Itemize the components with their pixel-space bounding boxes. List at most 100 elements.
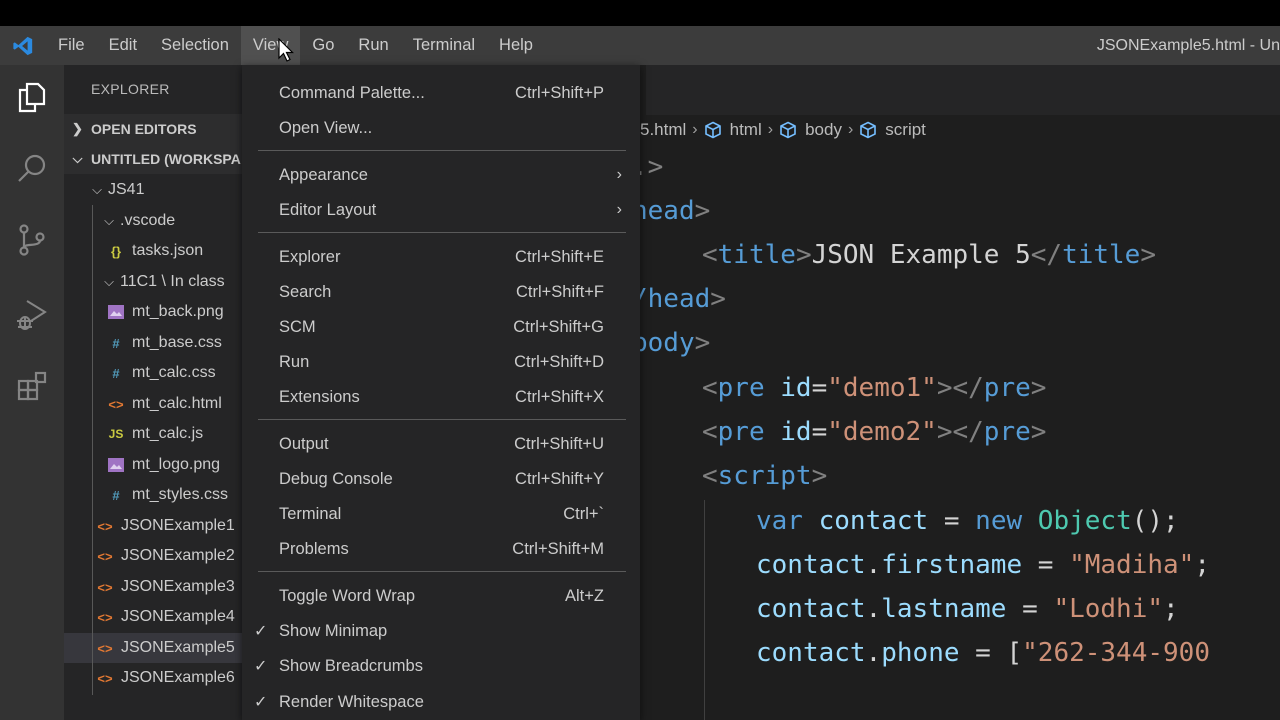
menu-item-extensions[interactable]: Extensions Ctrl+Shift+X bbox=[242, 380, 640, 414]
menu-item-run[interactable]: Run Ctrl+Shift+D bbox=[242, 345, 640, 379]
tree-file-jsonexample3[interactable]: <> JSONExample3 bbox=[64, 572, 242, 602]
tree-item-label: mt_calc.js bbox=[132, 425, 204, 442]
menu-edit[interactable]: Edit bbox=[97, 26, 149, 65]
menu-help[interactable]: Help bbox=[487, 26, 545, 65]
code-editor[interactable]: .> head> <title>JSON Example 5</title> /… bbox=[632, 145, 1210, 668]
breadcrumb-body[interactable]: body bbox=[805, 120, 842, 140]
chevron-down-icon: ⌵ bbox=[72, 151, 83, 166]
tree-indent-guide bbox=[92, 205, 93, 695]
tree-item-label: JSONExample6 bbox=[121, 669, 235, 686]
menu-item-show-breadcrumbs[interactable]: ✓ Show Breadcrumbs bbox=[242, 649, 640, 683]
tree-item-label: 11C1 \ In class bbox=[120, 273, 225, 290]
code-line: <pre id="demo1"></pre> bbox=[702, 373, 1047, 403]
tree-folder-vscode[interactable]: ⌵ .vscode bbox=[64, 206, 242, 236]
code-line: /head> bbox=[632, 284, 726, 314]
tree-file-mt-calc-js[interactable]: JS mt_calc.js bbox=[64, 419, 242, 449]
tree-file-jsonexample6[interactable]: <> JSONExample6 bbox=[64, 663, 242, 693]
tree-item-label: mt_calc.css bbox=[132, 364, 216, 381]
tree-file-mt-styles-css[interactable]: # mt_styles.css bbox=[64, 480, 242, 510]
code-indent-guide bbox=[704, 500, 705, 720]
run-debug-icon[interactable] bbox=[0, 283, 64, 347]
breadcrumb-script[interactable]: script bbox=[885, 120, 926, 140]
image-file-icon bbox=[104, 458, 128, 472]
tree-file-jsonexample2[interactable]: <> JSONExample2 bbox=[64, 541, 242, 571]
menu-separator bbox=[258, 419, 626, 420]
menu-bar: File Edit Selection View Go Run Terminal… bbox=[46, 26, 545, 65]
menu-go[interactable]: Go bbox=[300, 26, 346, 65]
tree-file-mt-logo-png[interactable]: mt_logo.png bbox=[64, 450, 242, 480]
tree-item-label: JSONExample4 bbox=[121, 608, 235, 625]
menu-item-output[interactable]: Output Ctrl+Shift+U bbox=[242, 427, 640, 461]
breadcrumb-separator: › bbox=[692, 121, 698, 138]
menu-item-appearance[interactable]: Appearance › bbox=[242, 158, 640, 192]
tree-item-label: JSONExample1 bbox=[121, 517, 235, 534]
tree-file-jsonexample5[interactable]: <> JSONExample5 bbox=[64, 633, 242, 663]
breadcrumb: 5.html › html › body › script bbox=[640, 115, 926, 145]
code-line: body> bbox=[632, 328, 711, 358]
menu-item-terminal[interactable]: Terminal Ctrl+` bbox=[242, 497, 640, 531]
tree-item-label: tasks.json bbox=[132, 242, 204, 259]
menu-item-problems[interactable]: Problems Ctrl+Shift+M bbox=[242, 532, 640, 566]
css-file-icon: # bbox=[112, 487, 120, 503]
menu-file[interactable]: File bbox=[46, 26, 97, 65]
menu-item-toggle-word-wrap[interactable]: Toggle Word Wrap Alt+Z bbox=[242, 579, 640, 613]
tree-file-jsonexample1[interactable]: <> JSONExample1 bbox=[64, 511, 242, 541]
menu-separator bbox=[258, 571, 626, 572]
open-editors-section[interactable]: ❯ OPEN EDITORS bbox=[64, 114, 242, 144]
tree-item-label: JS41 bbox=[108, 181, 145, 198]
breadcrumb-separator: › bbox=[847, 121, 854, 138]
tree-item-label: .vscode bbox=[120, 212, 176, 229]
tree-item-label: mt_logo.png bbox=[132, 456, 221, 473]
tree-file-mt-calc-css[interactable]: # mt_calc.css bbox=[64, 358, 242, 388]
check-icon: ✓ bbox=[254, 623, 268, 640]
chevron-right-icon: ❯ bbox=[72, 121, 83, 136]
explorer-icon[interactable] bbox=[0, 65, 64, 129]
extensions-icon[interactable] bbox=[0, 355, 64, 419]
source-control-icon[interactable] bbox=[0, 208, 64, 272]
symbol-element-icon bbox=[779, 121, 797, 139]
menu-item-debug-console[interactable]: Debug Console Ctrl+Shift+Y bbox=[242, 462, 640, 496]
activity-bar bbox=[0, 65, 64, 720]
code-line: contact.lastname = "Lodhi"; bbox=[756, 594, 1179, 624]
html-file-icon: <> bbox=[97, 579, 113, 595]
menu-item-render-whitespace[interactable]: ✓ Render Whitespace bbox=[242, 685, 640, 719]
tree-folder-js41[interactable]: ⌵ JS41 bbox=[64, 175, 242, 205]
check-icon: ✓ bbox=[254, 694, 268, 711]
symbol-element-icon bbox=[859, 121, 877, 139]
menu-item-search[interactable]: Search Ctrl+Shift+F bbox=[242, 275, 640, 309]
search-icon[interactable] bbox=[0, 137, 64, 201]
symbol-element-icon bbox=[704, 121, 722, 139]
workspace-section[interactable]: ⌵ UNTITLED (WORKSPA bbox=[64, 144, 242, 174]
menu-terminal[interactable]: Terminal bbox=[401, 26, 487, 65]
html-file-icon: <> bbox=[97, 518, 113, 534]
breadcrumb-html[interactable]: html bbox=[730, 120, 762, 140]
menu-run[interactable]: Run bbox=[346, 26, 400, 65]
tree-file-mt-base-css[interactable]: # mt_base.css bbox=[64, 328, 242, 358]
code-line: <script> bbox=[702, 461, 828, 491]
tree-item-label: JSONExample3 bbox=[121, 578, 235, 595]
menu-selection[interactable]: Selection bbox=[149, 26, 241, 65]
menu-item-scm[interactable]: SCM Ctrl+Shift+G bbox=[242, 310, 640, 344]
tree-file-mt-calc-html[interactable]: <> mt_calc.html bbox=[64, 389, 242, 419]
html-file-icon: <> bbox=[97, 609, 113, 625]
view-menu-dropdown: Command Palette... Ctrl+Shift+P Open Vie… bbox=[242, 65, 640, 720]
tree-folder-11c1[interactable]: ⌵ 11C1 \ In class bbox=[64, 267, 242, 297]
tree-item-label: JSONExample2 bbox=[121, 547, 235, 564]
menu-item-explorer[interactable]: Explorer Ctrl+Shift+E bbox=[242, 240, 640, 274]
css-file-icon: # bbox=[112, 365, 120, 381]
code-line: var contact = new Object(); bbox=[756, 506, 1179, 536]
workspace-label: UNTITLED (WORKSPA bbox=[91, 151, 241, 167]
menu-item-command-palette[interactable]: Command Palette... Ctrl+Shift+P bbox=[242, 76, 640, 110]
menu-item-editor-layout[interactable]: Editor Layout › bbox=[242, 193, 640, 227]
tree-file-jsonexample4[interactable]: <> JSONExample4 bbox=[64, 602, 242, 632]
menu-item-show-minimap[interactable]: ✓ Show Minimap bbox=[242, 614, 640, 648]
chevron-down-icon: ⌵ bbox=[104, 213, 114, 228]
menu-item-open-view[interactable]: Open View... bbox=[242, 111, 640, 145]
html-file-icon: <> bbox=[97, 670, 113, 686]
explorer-title: EXPLORER bbox=[91, 81, 170, 97]
breadcrumb-file[interactable]: 5.html bbox=[640, 120, 686, 140]
tree-file-tasks-json[interactable]: {} tasks.json bbox=[64, 236, 242, 266]
vscode-logo-icon bbox=[0, 26, 46, 65]
tree-file-mt-back-png[interactable]: mt_back.png bbox=[64, 297, 242, 327]
code-line: contact.phone = ["262-344-900 bbox=[756, 638, 1210, 668]
